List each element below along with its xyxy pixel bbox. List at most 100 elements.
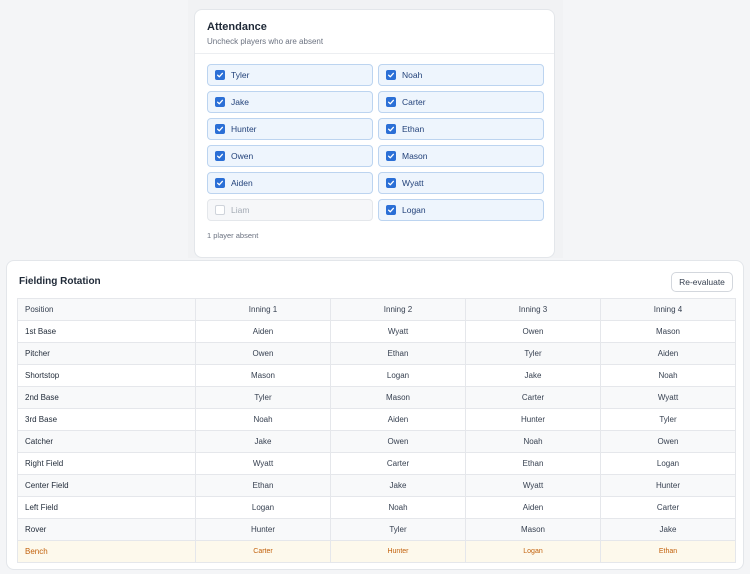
check-icon	[216, 180, 224, 186]
player-cell: Aiden	[195, 320, 331, 343]
player-cell: Hunter	[330, 540, 466, 563]
table-row: 3rd Base Noah Aiden Hunter Tyler	[17, 408, 736, 431]
player-checkbox-owen[interactable]: Owen	[207, 145, 373, 167]
bench-row: Bench Carter Hunter Logan Ethan	[17, 540, 736, 563]
player-cell: Tyler	[330, 518, 466, 541]
attendance-card: Attendance Uncheck players who are absen…	[194, 9, 555, 258]
checkbox-checked[interactable]	[386, 205, 396, 215]
position-cell: Bench	[17, 540, 196, 563]
player-cell: Logan	[195, 496, 331, 519]
player-cell: Hunter	[600, 474, 736, 497]
checkbox-checked[interactable]	[386, 178, 396, 188]
player-name: Hunter	[231, 124, 257, 134]
table-row: Center Field Ethan Jake Wyatt Hunter	[17, 474, 736, 497]
position-cell: Rover	[17, 518, 196, 541]
player-cell: Mason	[195, 364, 331, 387]
player-name: Noah	[402, 70, 423, 80]
player-checkbox-liam[interactable]: Liam	[207, 199, 373, 221]
player-checkbox-tyler[interactable]: Tyler	[207, 64, 373, 86]
position-cell: Pitcher	[17, 342, 196, 365]
player-cell: Tyler	[195, 386, 331, 409]
checkbox-checked[interactable]	[215, 97, 225, 107]
player-cell: Wyatt	[330, 320, 466, 343]
check-icon	[216, 72, 224, 78]
player-cell: Ethan	[465, 452, 601, 475]
player-cell: Ethan	[330, 342, 466, 365]
player-cell: Noah	[330, 496, 466, 519]
column-header: Inning 1	[195, 298, 331, 321]
checkbox-checked[interactable]	[215, 70, 225, 80]
checkbox-checked[interactable]	[215, 178, 225, 188]
player-checkbox-noah[interactable]: Noah	[378, 64, 544, 86]
player-name: Ethan	[402, 124, 425, 134]
column-header: Position	[17, 298, 196, 321]
player-cell: Hunter	[195, 518, 331, 541]
re-evaluate-button[interactable]: Re-evaluate	[671, 272, 733, 292]
player-cell: Carter	[330, 452, 466, 475]
player-cell: Noah	[600, 364, 736, 387]
checkbox-checked[interactable]	[215, 124, 225, 134]
player-cell: Logan	[465, 540, 601, 563]
player-cell: Carter	[600, 496, 736, 519]
player-cell: Aiden	[465, 496, 601, 519]
checkbox-checked[interactable]	[386, 70, 396, 80]
player-checkbox-grid: Tyler Noah Jake Carter Hunter Ethan Owen Mason A…	[207, 64, 544, 221]
player-cell: Jake	[600, 518, 736, 541]
attendance-panel: Attendance Uncheck players who are absen…	[188, 0, 563, 258]
player-checkbox-ethan[interactable]: Ethan	[378, 118, 544, 140]
check-icon	[387, 207, 395, 213]
checkbox-checked[interactable]	[386, 151, 396, 161]
check-icon	[216, 126, 224, 132]
player-cell: Tyler	[465, 342, 601, 365]
table-row: Pitcher Owen Ethan Tyler Aiden	[17, 342, 736, 365]
player-checkbox-jake[interactable]: Jake	[207, 91, 373, 113]
player-cell: Carter	[195, 540, 331, 563]
fielding-rotation-card: Fielding Rotation Re-evaluate Position I…	[6, 260, 744, 570]
player-checkbox-carter[interactable]: Carter	[378, 91, 544, 113]
player-cell: Ethan	[195, 474, 331, 497]
player-name: Wyatt	[402, 178, 424, 188]
player-cell: Mason	[330, 386, 466, 409]
player-cell: Owen	[465, 320, 601, 343]
player-checkbox-mason[interactable]: Mason	[378, 145, 544, 167]
table-row: Left Field Logan Noah Aiden Carter	[17, 496, 736, 519]
check-icon	[387, 99, 395, 105]
check-icon	[387, 72, 395, 78]
player-cell: Ethan	[600, 540, 736, 563]
player-checkbox-wyatt[interactable]: Wyatt	[378, 172, 544, 194]
position-cell: Catcher	[17, 430, 196, 453]
table-row: Catcher Jake Owen Noah Owen	[17, 430, 736, 453]
player-cell: Noah	[465, 430, 601, 453]
player-checkbox-logan[interactable]: Logan	[378, 199, 544, 221]
position-cell: 2nd Base	[17, 386, 196, 409]
player-name: Liam	[231, 205, 250, 215]
table-row: Shortstop Mason Logan Jake Noah	[17, 364, 736, 387]
player-cell: Wyatt	[195, 452, 331, 475]
position-cell: Shortstop	[17, 364, 196, 387]
player-name: Logan	[402, 205, 426, 215]
position-cell: Left Field	[17, 496, 196, 519]
player-name: Owen	[231, 151, 254, 161]
column-header: Inning 2	[330, 298, 466, 321]
player-cell: Wyatt	[465, 474, 601, 497]
checkbox-checked[interactable]	[386, 97, 396, 107]
player-cell: Mason	[600, 320, 736, 343]
checkbox-unchecked[interactable]	[215, 205, 225, 215]
player-cell: Carter	[465, 386, 601, 409]
position-cell: 1st Base	[17, 320, 196, 343]
attendance-header: Attendance Uncheck players who are absen…	[195, 10, 554, 54]
position-cell: Center Field	[17, 474, 196, 497]
player-cell: Wyatt	[600, 386, 736, 409]
checkbox-checked[interactable]	[386, 124, 396, 134]
column-header: Inning 4	[600, 298, 736, 321]
table-header-row: Position Inning 1 Inning 2 Inning 3 Inni…	[17, 298, 736, 321]
table-row: 1st Base Aiden Wyatt Owen Mason	[17, 320, 736, 343]
table-row: 2nd Base Tyler Mason Carter Wyatt	[17, 386, 736, 409]
rotation-table: Position Inning 1 Inning 2 Inning 3 Inni…	[17, 298, 736, 563]
player-checkbox-aiden[interactable]: Aiden	[207, 172, 373, 194]
player-cell: Aiden	[600, 342, 736, 365]
check-icon	[387, 126, 395, 132]
checkbox-checked[interactable]	[215, 151, 225, 161]
check-icon	[387, 153, 395, 159]
player-checkbox-hunter[interactable]: Hunter	[207, 118, 373, 140]
